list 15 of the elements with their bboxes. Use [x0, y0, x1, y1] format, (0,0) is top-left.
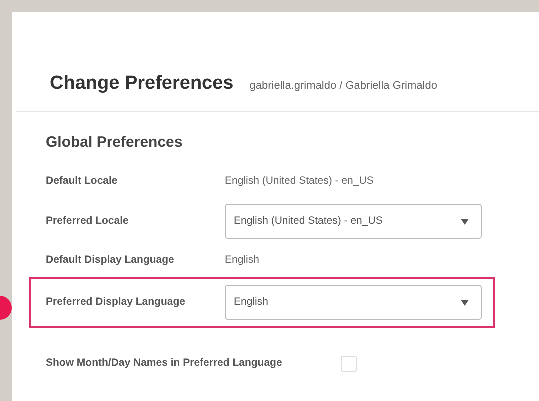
field-value: English (United States) - en_US [225, 174, 375, 190]
dropdown-field[interactable]: English (United States) - en_US [225, 204, 482, 239]
caret-icon [461, 300, 469, 306]
user-name: gabriella.grimaldo / Gabriella Grimaldo [250, 79, 438, 94]
field-label: Default Display Language [46, 253, 176, 268]
field-label: Preferred Locale [46, 214, 130, 229]
section-title: Global Preferences [45, 132, 184, 152]
checkbox[interactable] [341, 356, 357, 372]
field-label: Default Locale [46, 174, 119, 190]
field-label: Preferred Display Language [46, 294, 186, 310]
dropdown-field[interactable]: English [225, 285, 482, 320]
page-title: Change Preferences [50, 72, 234, 96]
field-value: English [225, 253, 260, 268]
field-label: Show Month/Day Names in Preferred Language [46, 356, 284, 372]
caret-icon [461, 218, 469, 224]
